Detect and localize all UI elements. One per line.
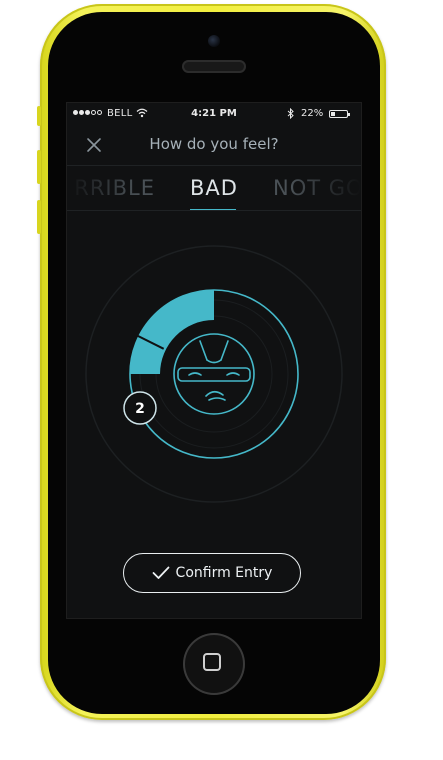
- home-button[interactable]: [183, 633, 245, 695]
- app-screen: BELL 4:21 PM 22% How do you feel? RRIBLE…: [67, 103, 361, 618]
- confirm-entry-button[interactable]: Confirm Entry: [123, 553, 301, 593]
- sad-face-icon: [173, 333, 255, 415]
- mood-dial[interactable]: 2: [67, 103, 361, 523]
- front-camera: [208, 35, 220, 47]
- dial-value: 2: [135, 401, 145, 417]
- dial-filled-segment: [130, 290, 214, 374]
- dial-outer-track: [85, 245, 343, 503]
- volume-down-button: [37, 200, 41, 234]
- check-icon: [152, 566, 169, 579]
- mute-switch: [37, 106, 41, 126]
- home-square-icon: [203, 653, 221, 671]
- volume-up-button: [37, 150, 41, 184]
- confirm-entry-label: Confirm Entry: [175, 565, 273, 581]
- earpiece-speaker: [182, 60, 246, 73]
